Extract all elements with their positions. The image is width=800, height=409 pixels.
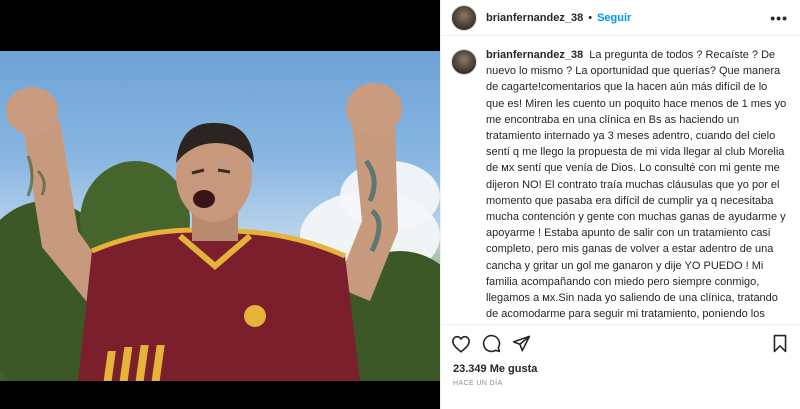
player-figure [6,83,402,381]
post-timestamp[interactable]: HACE UN DÍA [453,380,503,387]
media-pane [0,0,440,409]
likes-count[interactable]: 23.349 Me gusta [453,363,537,375]
post-photo[interactable] [0,51,440,381]
post-side-panel: brianfernandez_38 • Seguir ••• brianfern… [440,0,800,409]
post-actions-bar [441,324,800,362]
caption-avatar[interactable] [451,49,477,75]
share-icon[interactable] [511,334,531,354]
more-options-icon[interactable]: ••• [770,10,788,26]
comment-icon[interactable] [481,334,501,354]
heart-icon[interactable] [451,334,471,354]
caption-username[interactable]: brianfernandez_38 [486,49,583,61]
author-avatar[interactable] [451,4,477,31]
caption-text-block: brianfernandez_38 La pregunta de todos ?… [486,47,788,323]
bookmark-icon[interactable] [770,334,790,354]
follow-button[interactable]: Seguir [597,12,631,24]
caption-body: La pregunta de todos ? Recaíste ? De nue… [486,49,787,321]
instagram-post-view: brianfernandez_38 • Seguir ••• brianfern… [0,0,800,409]
header-separator: • [588,11,593,24]
author-username[interactable]: brianfernandez_38 [486,12,583,24]
caption-section: brianfernandez_38 La pregunta de todos ?… [441,37,800,323]
post-header: brianfernandez_38 • Seguir ••• [441,0,800,36]
